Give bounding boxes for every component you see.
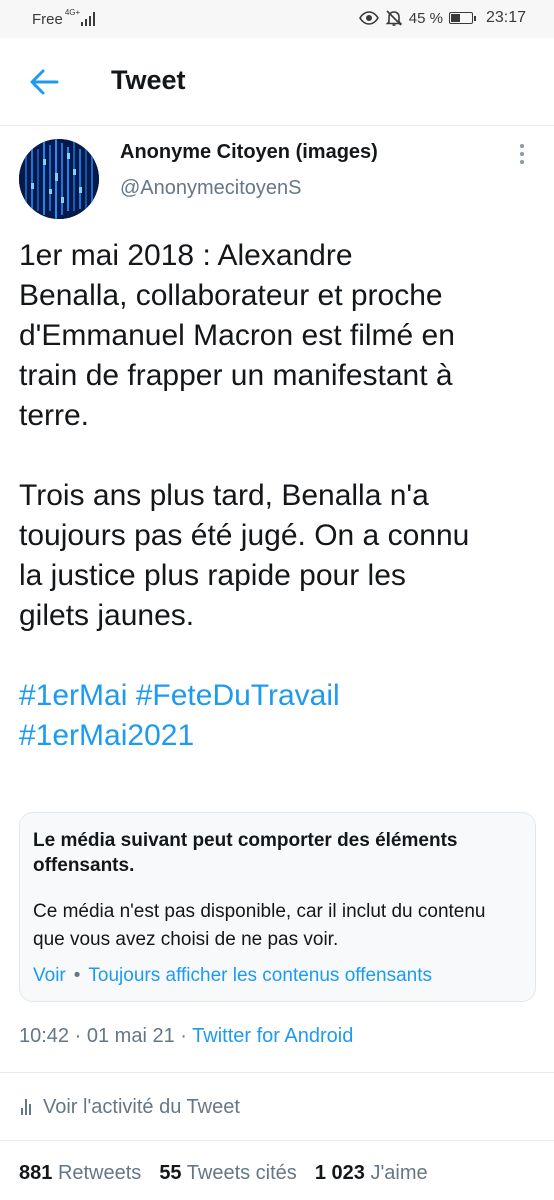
sensitive-media-description: Ce média n'est pas disponible, car il in… [33,901,486,950]
battery-icon [448,12,476,24]
view-media-link[interactable]: Voir [33,965,66,986]
tweet-text: 1er mai 2018 : Alexandre Benalla, collab… [19,236,539,756]
author-handle[interactable]: @AnonymecitoyenS [120,177,302,200]
tweet-line: Benalla, collaborateur et proche [19,279,443,312]
likes-label: J'aime [370,1162,428,1184]
tweet-time: 10:42 [19,1025,70,1047]
likes-count: 1 023 [314,1162,365,1184]
tweet-activity-button[interactable]: Voir l'activité du Tweet [19,1093,240,1121]
tweet-date: 01 mai 21 [86,1025,175,1047]
sensitive-media-actions: Voir • Toujours afficher les contenus offe… [33,965,432,987]
sensitive-media-title: Le média suivant peut comporter des élém… [33,830,458,876]
retweets-count: 881 [19,1162,53,1184]
avatar-image [19,139,99,219]
bell-off-icon [385,9,403,27]
battery-percent: 45 % [408,9,443,27]
back-button[interactable] [24,64,64,100]
hashtag-1ermai[interactable]: #1erMai [19,679,127,712]
always-show-sensitive-link[interactable]: Toujours afficher les contenus offensant… [88,965,432,986]
avatar[interactable] [19,139,99,219]
arrow-left-icon [30,69,59,95]
status-right: 45 % 23:17 [358,9,526,27]
carrier-name: Free [32,11,63,28]
tweet-stats: 881 Retweets 55 Tweets cités 1 023 J'aim… [19,1162,428,1185]
likes-stat[interactable]: 1 023 J'aime [315,1162,428,1185]
status-left: Free 4G+ [32,8,96,28]
more-vertical-icon [520,144,524,164]
hashtag-fetedutravail[interactable]: #FeteDuTravail [136,679,340,712]
tweet-line: 1er mai 2018 : Alexandre [19,239,353,272]
tweet-line: gilets jaunes. [19,599,195,632]
battery-level-fill [450,14,460,22]
sensitive-media-card: Le média suivant peut comporter des élém… [19,812,536,1002]
hashtag-line: #1erMai2021 [19,716,539,756]
meta-separator: · [180,1025,187,1047]
status-bar: Free 4G+ 45 % 23:17 [0,0,554,38]
hashtag-line: #1erMai #FeteDuTravail [19,676,539,716]
meta-separator: · [74,1025,82,1047]
tweet-line: terre. [19,399,90,432]
quote-tweets-stat[interactable]: 55 Tweets cités [159,1162,297,1185]
author-display-name[interactable]: Anonyme Citoyen (images) [120,141,378,164]
tweet-activity-label: Voir l'activité du Tweet [43,1095,240,1118]
status-time: 23:17 [485,9,526,26]
app-header: Tweet [0,38,554,126]
signal-icon [81,12,96,26]
tweet-line: toujours pas été jugé. On a connu [19,519,470,552]
network-type: 4G+ [64,8,81,17]
tweet-meta: 10:42 · 01 mai 21 · Twitter for Android [19,1025,353,1048]
hashtag-1ermai2021[interactable]: #1erMai2021 [19,719,194,752]
tweet-line: Trois ans plus tard, Benalla n'a [19,479,429,512]
tweet-line: d'Emmanuel Macron est filmé en [19,319,455,352]
quote-tweets-count: 55 [159,1162,182,1184]
page-title: Tweet [111,65,186,95]
eye-icon [358,11,379,25]
retweets-stat[interactable]: 881 Retweets [19,1162,141,1185]
divider [0,1140,554,1141]
tweet-line: train de frapper un manifestant à [19,359,453,392]
tweet-source-link[interactable]: Twitter for Android [192,1025,353,1047]
more-options-button[interactable] [512,140,532,170]
action-separator: • [73,965,81,986]
bar-chart-icon [21,1099,31,1115]
tweet-line: la justice plus rapide pour les [19,559,406,592]
quote-tweets-label: Tweets cités [186,1162,297,1184]
retweets-label: Retweets [57,1162,142,1184]
divider [0,1072,554,1073]
